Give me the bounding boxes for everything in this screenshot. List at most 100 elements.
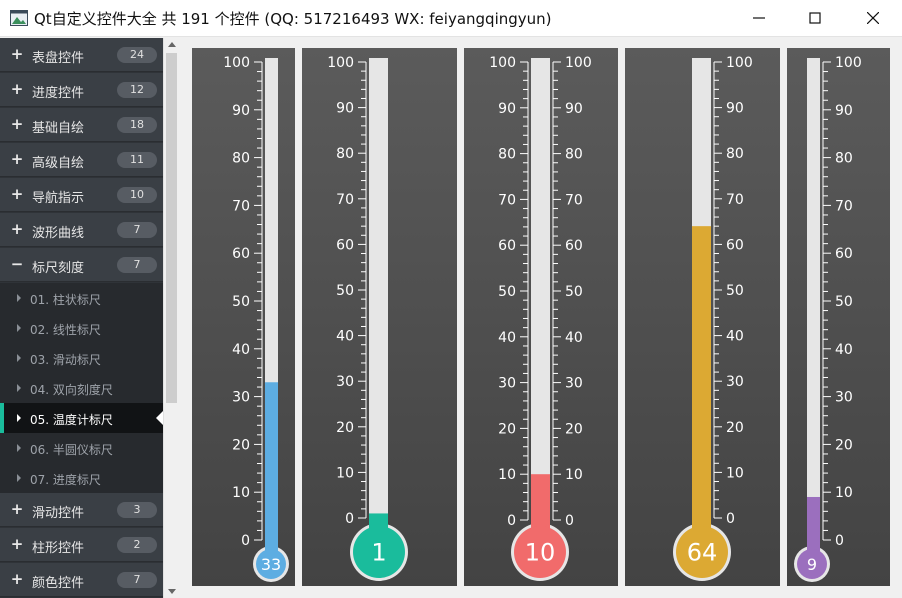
count-badge: 7 (117, 222, 157, 238)
scroll-down-arrow-icon[interactable] (168, 589, 176, 594)
scale-tick-label: 30 (336, 374, 354, 390)
expand-icon: + (10, 150, 24, 168)
scale-tick-label: 90 (336, 101, 354, 117)
scale-tick-label: 50 (498, 284, 516, 300)
caret-right-icon (17, 384, 21, 392)
scale-tick-label: 90 (726, 101, 744, 117)
thermometer-ruler[interactable]: 11009080706050403020100 (302, 48, 457, 586)
group-color-controls[interactable]: + 颜色控件 7 (0, 563, 163, 597)
scale-tick-label: 10 (565, 467, 583, 483)
app-icon (10, 10, 28, 26)
tree-item[interactable]: 03. 滑动标尺 (0, 343, 163, 373)
scroll-thumb[interactable] (166, 53, 177, 403)
scale-tick-label: 60 (336, 237, 354, 253)
scale-tick-label: 50 (565, 284, 583, 300)
expand-icon: + (10, 500, 24, 518)
thermometer-ruler[interactable]: 91009080706050403020100 (787, 48, 890, 586)
scale-tick-label: 40 (336, 329, 354, 345)
group-slider-controls[interactable]: + 滑动控件 3 (0, 493, 163, 527)
expand-icon: + (10, 80, 24, 98)
selection-pointer-icon (156, 411, 163, 425)
tree-item[interactable]: 07. 进度标尺 (0, 463, 163, 493)
expand-icon: + (10, 570, 24, 588)
scale-tick-label: 80 (232, 151, 250, 167)
tree-item-label: 01. 柱状标尺 (30, 293, 101, 307)
scale-tick-label: 60 (726, 237, 744, 253)
caret-right-icon (17, 474, 21, 482)
group-label: 柱形控件 (32, 541, 85, 556)
count-badge: 12 (117, 82, 157, 98)
scale-tick-label: 0 (565, 513, 574, 529)
group-label: 进度控件 (32, 86, 85, 101)
scale-tick-label: 30 (726, 374, 744, 390)
thermometer-tube (369, 58, 388, 552)
caret-right-icon (17, 444, 21, 452)
close-button[interactable] (844, 0, 902, 36)
thermometer-ruler[interactable]: 641009080706050403020100 (625, 48, 780, 586)
maximize-icon (809, 12, 821, 24)
group-waveforms[interactable]: + 波形曲线 7 (0, 213, 163, 247)
scale-tick-label: 80 (835, 151, 853, 167)
tree-item-label: 03. 滑动标尺 (30, 353, 101, 367)
thermometer-panel: 9 100 90 80 70 60 50 40 30 20 10 0 (787, 48, 890, 586)
tree-item[interactable]: 04. 双向刻度尺 (0, 373, 163, 403)
group-label: 基础自绘 (32, 121, 85, 136)
group-dial-controls[interactable]: + 表盘控件 24 (0, 38, 163, 72)
title-bar: Qt自定义控件大全 共 191 个控件 (QQ: 517216493 WX: f… (0, 0, 902, 37)
scale-tick-label: 10 (336, 465, 354, 481)
group-bar-controls[interactable]: + 柱形控件 2 (0, 528, 163, 562)
group-label: 波形曲线 (32, 226, 85, 241)
scroll-up-arrow-icon[interactable] (168, 42, 176, 47)
group-label: 颜色控件 (32, 576, 85, 591)
thermometer-value: 33 (261, 555, 281, 574)
group-advanced-paint[interactable]: + 高级自绘 11 (0, 143, 163, 177)
thermometer-panel: 10 100 90 80 70 60 50 40 30 20 10 0 100 90 80 70 60 50 40 3… (464, 48, 618, 586)
sidebar-scrollbar[interactable] (163, 38, 180, 598)
scale-tick-label: 10 (498, 467, 516, 483)
scale-tick-label: 20 (726, 420, 744, 436)
selection-indicator (0, 403, 4, 433)
tree-item-label: 06. 半圆仪标尺 (30, 443, 113, 457)
expand-icon: + (10, 185, 24, 203)
tree-item[interactable]: 01. 柱状标尺 (0, 283, 163, 313)
thermometer-panel: 64 100 90 80 70 60 50 40 30 20 10 0 (625, 48, 780, 586)
scale-tick-label: 70 (232, 198, 250, 214)
scale-tick-label: 50 (336, 283, 354, 299)
scale-tick-label: 0 (241, 533, 250, 549)
count-badge: 24 (117, 47, 157, 63)
group-basic-paint[interactable]: + 基础自绘 18 (0, 108, 163, 142)
scale-tick-label: 50 (835, 294, 853, 310)
tree-item-selected[interactable]: 05. 温度计标尺 (0, 403, 163, 433)
count-badge: 10 (117, 187, 157, 203)
thermometer-panel: 1 100 90 80 70 60 50 40 30 20 10 0 (302, 48, 457, 586)
scale-tick-label: 80 (336, 146, 354, 162)
tree-item-label: 02. 线性标尺 (30, 323, 101, 337)
scale-tick-label: 50 (232, 294, 250, 310)
maximize-button[interactable] (786, 0, 844, 36)
scale-tick-label: 20 (336, 420, 354, 436)
thermometer-ruler[interactable]: 331009080706050403020100 (192, 48, 295, 586)
count-badge: 3 (117, 502, 157, 518)
thermometer-ruler[interactable]: 1010090807060504030201001009080706050403… (464, 48, 618, 586)
tree-item[interactable]: 02. 线性标尺 (0, 313, 163, 343)
count-badge: 2 (117, 537, 157, 553)
collapse-icon: − (10, 255, 24, 273)
scale-tick-label: 10 (232, 485, 250, 501)
group-label: 滑动控件 (32, 506, 85, 521)
caret-right-icon (17, 354, 21, 362)
group-rulers[interactable]: − 标尺刻度 7 (0, 248, 163, 282)
scale-tick-label: 30 (565, 376, 583, 392)
group-navigation[interactable]: + 导航指示 10 (0, 178, 163, 212)
scale-tick-label: 70 (498, 192, 516, 208)
scale-tick-label: 90 (565, 101, 583, 117)
group-progress-controls[interactable]: + 进度控件 12 (0, 73, 163, 107)
scale-tick-label: 60 (835, 246, 853, 262)
scale-tick-label: 0 (345, 511, 354, 527)
scale-tick-label: 90 (498, 101, 516, 117)
minimize-button[interactable] (730, 0, 788, 36)
tree-item[interactable]: 06. 半圆仪标尺 (0, 433, 163, 463)
scale-tick-label: 0 (835, 533, 844, 549)
scale-tick-label: 80 (565, 147, 583, 163)
scale-tick-label: 70 (726, 192, 744, 208)
group-label: 导航指示 (32, 191, 85, 206)
